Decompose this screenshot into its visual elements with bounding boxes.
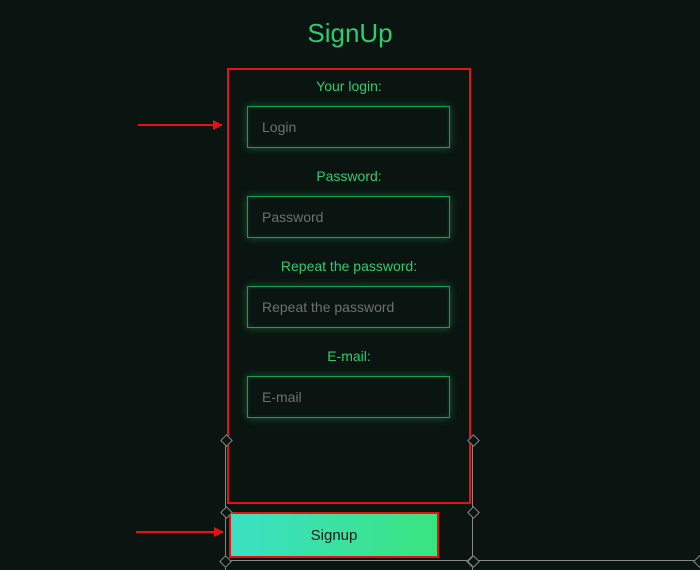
ruler-guide-icon bbox=[225, 560, 473, 561]
annotation-arrow-icon bbox=[138, 124, 222, 126]
signup-form-highlight: Your login: Password: Repeat the passwor… bbox=[227, 68, 471, 504]
login-input[interactable] bbox=[247, 106, 450, 148]
ruler-guide-icon bbox=[473, 560, 700, 561]
password-label: Password: bbox=[247, 168, 451, 184]
ruler-guide-icon bbox=[225, 440, 226, 570]
password-input[interactable] bbox=[247, 196, 450, 238]
ruler-guide-icon bbox=[472, 440, 473, 570]
email-label: E-mail: bbox=[247, 348, 451, 364]
annotation-arrow-icon bbox=[136, 531, 223, 533]
repeat-password-input[interactable] bbox=[247, 286, 450, 328]
login-label: Your login: bbox=[247, 78, 451, 94]
signup-button-highlight: Signup bbox=[229, 512, 439, 558]
email-input[interactable] bbox=[247, 376, 450, 418]
page-title: SignUp bbox=[0, 0, 700, 49]
repeat-password-label: Repeat the password: bbox=[247, 258, 451, 274]
signup-button[interactable]: Signup bbox=[231, 514, 437, 556]
